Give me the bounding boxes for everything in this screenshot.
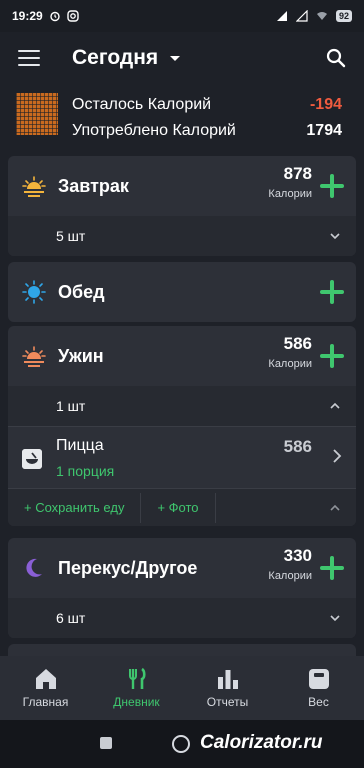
sun-icon <box>22 280 46 304</box>
add-lunch-button[interactable] <box>320 280 344 304</box>
menu-icon[interactable] <box>18 50 40 66</box>
meal-header-lunch[interactable]: Обед <box>8 262 356 322</box>
add-breakfast-button[interactable] <box>320 174 344 198</box>
consumed-label: Употреблено Калорий <box>72 122 236 139</box>
meal-name-dinner: Ужин <box>58 345 104 366</box>
remaining-row: Осталось Калорий -194 <box>72 96 342 114</box>
sunset-icon <box>22 346 46 367</box>
chevron-down-icon <box>330 615 340 622</box>
nav-home[interactable]: Главная <box>0 656 91 720</box>
meal-card-dinner: Ужин 586 Калории 1 шт Пицца 1 порция 586… <box>8 326 356 526</box>
chevron-right-icon <box>333 449 342 463</box>
item-count: 6 шт <box>56 610 86 626</box>
calorie-summary: Осталось Калорий -194 Употреблено Калори… <box>0 88 364 148</box>
home-button[interactable] <box>172 735 190 753</box>
wifi-icon <box>316 12 327 20</box>
food-name: Пицца <box>56 437 104 454</box>
signal-icon-2 <box>295 10 308 22</box>
meal-card-lunch: Обед <box>8 262 356 322</box>
chevron-up-icon <box>330 402 340 409</box>
meal-kcal-breakfast: 878 Калории <box>268 164 312 200</box>
sunrise-icon <box>22 176 46 197</box>
fork-knife-icon <box>128 667 146 689</box>
meal-kcal-dinner: 586 Калории <box>268 334 312 370</box>
nav-weight[interactable]: Вес <box>273 656 364 720</box>
dinner-actions-row: + Сохранить еду + Фото <box>8 488 356 526</box>
consumed-value: 1794 <box>306 122 342 139</box>
nav-reports[interactable]: Отчеты <box>182 656 273 720</box>
item-count: 5 шт <box>56 228 86 244</box>
save-meal-button[interactable]: + Сохранить еду <box>8 493 140 523</box>
calorie-grid-icon <box>16 93 58 135</box>
chevron-down-icon <box>330 233 340 240</box>
alarm-icon <box>50 11 60 22</box>
watermark: Calorizator.ru <box>200 732 323 753</box>
date-selector[interactable]: Сегодня <box>72 46 181 70</box>
recents-button[interactable] <box>100 737 112 749</box>
meal-header-dinner[interactable]: Ужин 586 Калории <box>8 326 356 386</box>
food-item-pizza[interactable]: Пицца 1 порция 586 <box>8 426 356 488</box>
meal-card-breakfast: Завтрак 878 Калории 5 шт <box>8 156 356 256</box>
item-count: 1 шт <box>56 398 86 414</box>
battery-icon: 92 <box>335 10 352 22</box>
home-icon <box>35 669 56 689</box>
meal-kcal-snack: 330 Калории <box>268 546 312 582</box>
food-portion: 1 порция <box>56 463 115 479</box>
meal-header-snack[interactable]: Перекус/Другое 330 Калории <box>8 538 356 598</box>
kcal-value: 878 <box>283 164 312 183</box>
food-icon <box>22 449 42 469</box>
meal-header-breakfast[interactable]: Завтрак 878 Калории <box>8 156 356 216</box>
bar-chart-icon <box>217 670 238 689</box>
collapse-icon[interactable] <box>330 503 340 513</box>
page-title: Сегодня <box>72 46 159 69</box>
add-photo-button[interactable]: + Фото <box>140 492 216 523</box>
snack-count-row[interactable]: 6 шт <box>8 598 356 638</box>
moon-icon <box>26 558 42 577</box>
nav-label: Главная <box>22 695 69 709</box>
search-icon[interactable] <box>326 48 346 68</box>
dinner-count-row[interactable]: 1 шт <box>8 386 356 426</box>
meal-name-breakfast: Завтрак <box>58 175 129 196</box>
app-bar: Сегодня <box>0 32 364 84</box>
kcal-unit: Калории <box>268 358 312 370</box>
system-navigation: Calorizator.ru <box>0 720 364 768</box>
kcal-unit: Калории <box>268 188 312 200</box>
food-kcal: 586 <box>283 437 312 456</box>
remaining-label: Осталось Калорий <box>72 96 212 113</box>
kcal-value: 330 <box>283 546 312 565</box>
scale-icon <box>308 669 329 689</box>
nav-label: Отчеты <box>206 695 249 709</box>
breakfast-count-row[interactable]: 5 шт <box>8 216 356 256</box>
nav-label: Дневник <box>113 695 160 709</box>
add-dinner-button[interactable] <box>320 344 344 368</box>
nav-diary[interactable]: Дневник <box>91 656 182 720</box>
meal-name-snack: Перекус/Другое <box>58 557 198 578</box>
nav-label: Вес <box>308 695 329 709</box>
instagram-icon <box>67 10 79 22</box>
chevron-down-icon <box>170 55 181 61</box>
meal-name-lunch: Обед <box>58 281 105 302</box>
status-bar: 19:29 92 <box>0 0 364 32</box>
signal-icon <box>276 11 287 21</box>
bottom-navigation: Главная Дневник Отчеты Вес <box>0 656 364 720</box>
consumed-row: Употреблено Калорий 1794 <box>72 122 342 140</box>
meal-card-snack: Перекус/Другое 330 Калории 6 шт <box>8 538 356 638</box>
status-time: 19:29 <box>12 9 43 23</box>
remaining-value: -194 <box>309 96 342 113</box>
add-snack-button[interactable] <box>320 556 344 580</box>
kcal-value: 586 <box>283 334 312 353</box>
kcal-unit: Калории <box>268 570 312 582</box>
